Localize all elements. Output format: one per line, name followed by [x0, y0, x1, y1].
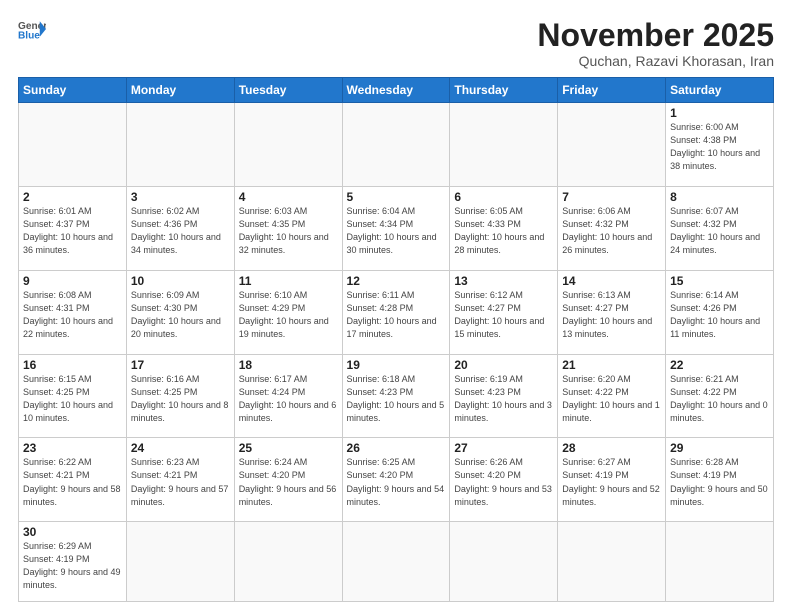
day-20: 20 Sunrise: 6:19 AMSunset: 4:23 PMDaylig… [450, 354, 558, 438]
day-29: 29 Sunrise: 6:28 AMSunset: 4:19 PMDaylig… [666, 438, 774, 522]
day-5: 5 Sunrise: 6:04 AMSunset: 4:34 PMDayligh… [342, 187, 450, 271]
empty-cell [234, 103, 342, 187]
day-9: 9 Sunrise: 6:08 AMSunset: 4:31 PMDayligh… [19, 270, 127, 354]
empty-cell [450, 103, 558, 187]
empty-cell [450, 522, 558, 602]
day-4: 4 Sunrise: 6:03 AMSunset: 4:35 PMDayligh… [234, 187, 342, 271]
header-wednesday: Wednesday [342, 78, 450, 103]
empty-cell [342, 522, 450, 602]
day-1: 1 Sunrise: 6:00 AMSunset: 4:38 PMDayligh… [666, 103, 774, 187]
header: General Blue November 2025 Quchan, Razav… [18, 18, 774, 69]
day-27: 27 Sunrise: 6:26 AMSunset: 4:20 PMDaylig… [450, 438, 558, 522]
day-23: 23 Sunrise: 6:22 AMSunset: 4:21 PMDaylig… [19, 438, 127, 522]
day-24: 24 Sunrise: 6:23 AMSunset: 4:21 PMDaylig… [126, 438, 234, 522]
week-row-1: 1 Sunrise: 6:00 AMSunset: 4:38 PMDayligh… [19, 103, 774, 187]
day-8: 8 Sunrise: 6:07 AMSunset: 4:32 PMDayligh… [666, 187, 774, 271]
logo: General Blue [18, 18, 46, 40]
header-sunday: Sunday [19, 78, 127, 103]
header-friday: Friday [558, 78, 666, 103]
day-7: 7 Sunrise: 6:06 AMSunset: 4:32 PMDayligh… [558, 187, 666, 271]
day-17: 17 Sunrise: 6:16 AMSunset: 4:25 PMDaylig… [126, 354, 234, 438]
empty-cell [666, 522, 774, 602]
day-16: 16 Sunrise: 6:15 AMSunset: 4:25 PMDaylig… [19, 354, 127, 438]
header-saturday: Saturday [666, 78, 774, 103]
week-row-5: 23 Sunrise: 6:22 AMSunset: 4:21 PMDaylig… [19, 438, 774, 522]
empty-cell [126, 522, 234, 602]
page: General Blue November 2025 Quchan, Razav… [0, 0, 792, 612]
month-title: November 2025 [537, 18, 774, 53]
weekday-header-row: Sunday Monday Tuesday Wednesday Thursday… [19, 78, 774, 103]
empty-cell [558, 103, 666, 187]
empty-cell [19, 103, 127, 187]
empty-cell [558, 522, 666, 602]
week-row-3: 9 Sunrise: 6:08 AMSunset: 4:31 PMDayligh… [19, 270, 774, 354]
day-28: 28 Sunrise: 6:27 AMSunset: 4:19 PMDaylig… [558, 438, 666, 522]
header-tuesday: Tuesday [234, 78, 342, 103]
day-11: 11 Sunrise: 6:10 AMSunset: 4:29 PMDaylig… [234, 270, 342, 354]
calendar-table: Sunday Monday Tuesday Wednesday Thursday… [18, 77, 774, 602]
day-3: 3 Sunrise: 6:02 AMSunset: 4:36 PMDayligh… [126, 187, 234, 271]
location-subtitle: Quchan, Razavi Khorasan, Iran [537, 53, 774, 69]
header-monday: Monday [126, 78, 234, 103]
empty-cell [234, 522, 342, 602]
day-18: 18 Sunrise: 6:17 AMSunset: 4:24 PMDaylig… [234, 354, 342, 438]
day-6: 6 Sunrise: 6:05 AMSunset: 4:33 PMDayligh… [450, 187, 558, 271]
day-19: 19 Sunrise: 6:18 AMSunset: 4:23 PMDaylig… [342, 354, 450, 438]
day-13: 13 Sunrise: 6:12 AMSunset: 4:27 PMDaylig… [450, 270, 558, 354]
title-block: November 2025 Quchan, Razavi Khorasan, I… [537, 18, 774, 69]
day-30: 30 Sunrise: 6:29 AMSunset: 4:19 PMDaylig… [19, 522, 127, 602]
logo-icon: General Blue [18, 18, 46, 40]
week-row-6: 30 Sunrise: 6:29 AMSunset: 4:19 PMDaylig… [19, 522, 774, 602]
svg-text:Blue: Blue [18, 30, 40, 40]
day-26: 26 Sunrise: 6:25 AMSunset: 4:20 PMDaylig… [342, 438, 450, 522]
day-2: 2 Sunrise: 6:01 AMSunset: 4:37 PMDayligh… [19, 187, 127, 271]
day-10: 10 Sunrise: 6:09 AMSunset: 4:30 PMDaylig… [126, 270, 234, 354]
day-12: 12 Sunrise: 6:11 AMSunset: 4:28 PMDaylig… [342, 270, 450, 354]
header-thursday: Thursday [450, 78, 558, 103]
week-row-2: 2 Sunrise: 6:01 AMSunset: 4:37 PMDayligh… [19, 187, 774, 271]
day-15: 15 Sunrise: 6:14 AMSunset: 4:26 PMDaylig… [666, 270, 774, 354]
empty-cell [342, 103, 450, 187]
week-row-4: 16 Sunrise: 6:15 AMSunset: 4:25 PMDaylig… [19, 354, 774, 438]
day-25: 25 Sunrise: 6:24 AMSunset: 4:20 PMDaylig… [234, 438, 342, 522]
day-14: 14 Sunrise: 6:13 AMSunset: 4:27 PMDaylig… [558, 270, 666, 354]
day-21: 21 Sunrise: 6:20 AMSunset: 4:22 PMDaylig… [558, 354, 666, 438]
empty-cell [126, 103, 234, 187]
day-22: 22 Sunrise: 6:21 AMSunset: 4:22 PMDaylig… [666, 354, 774, 438]
